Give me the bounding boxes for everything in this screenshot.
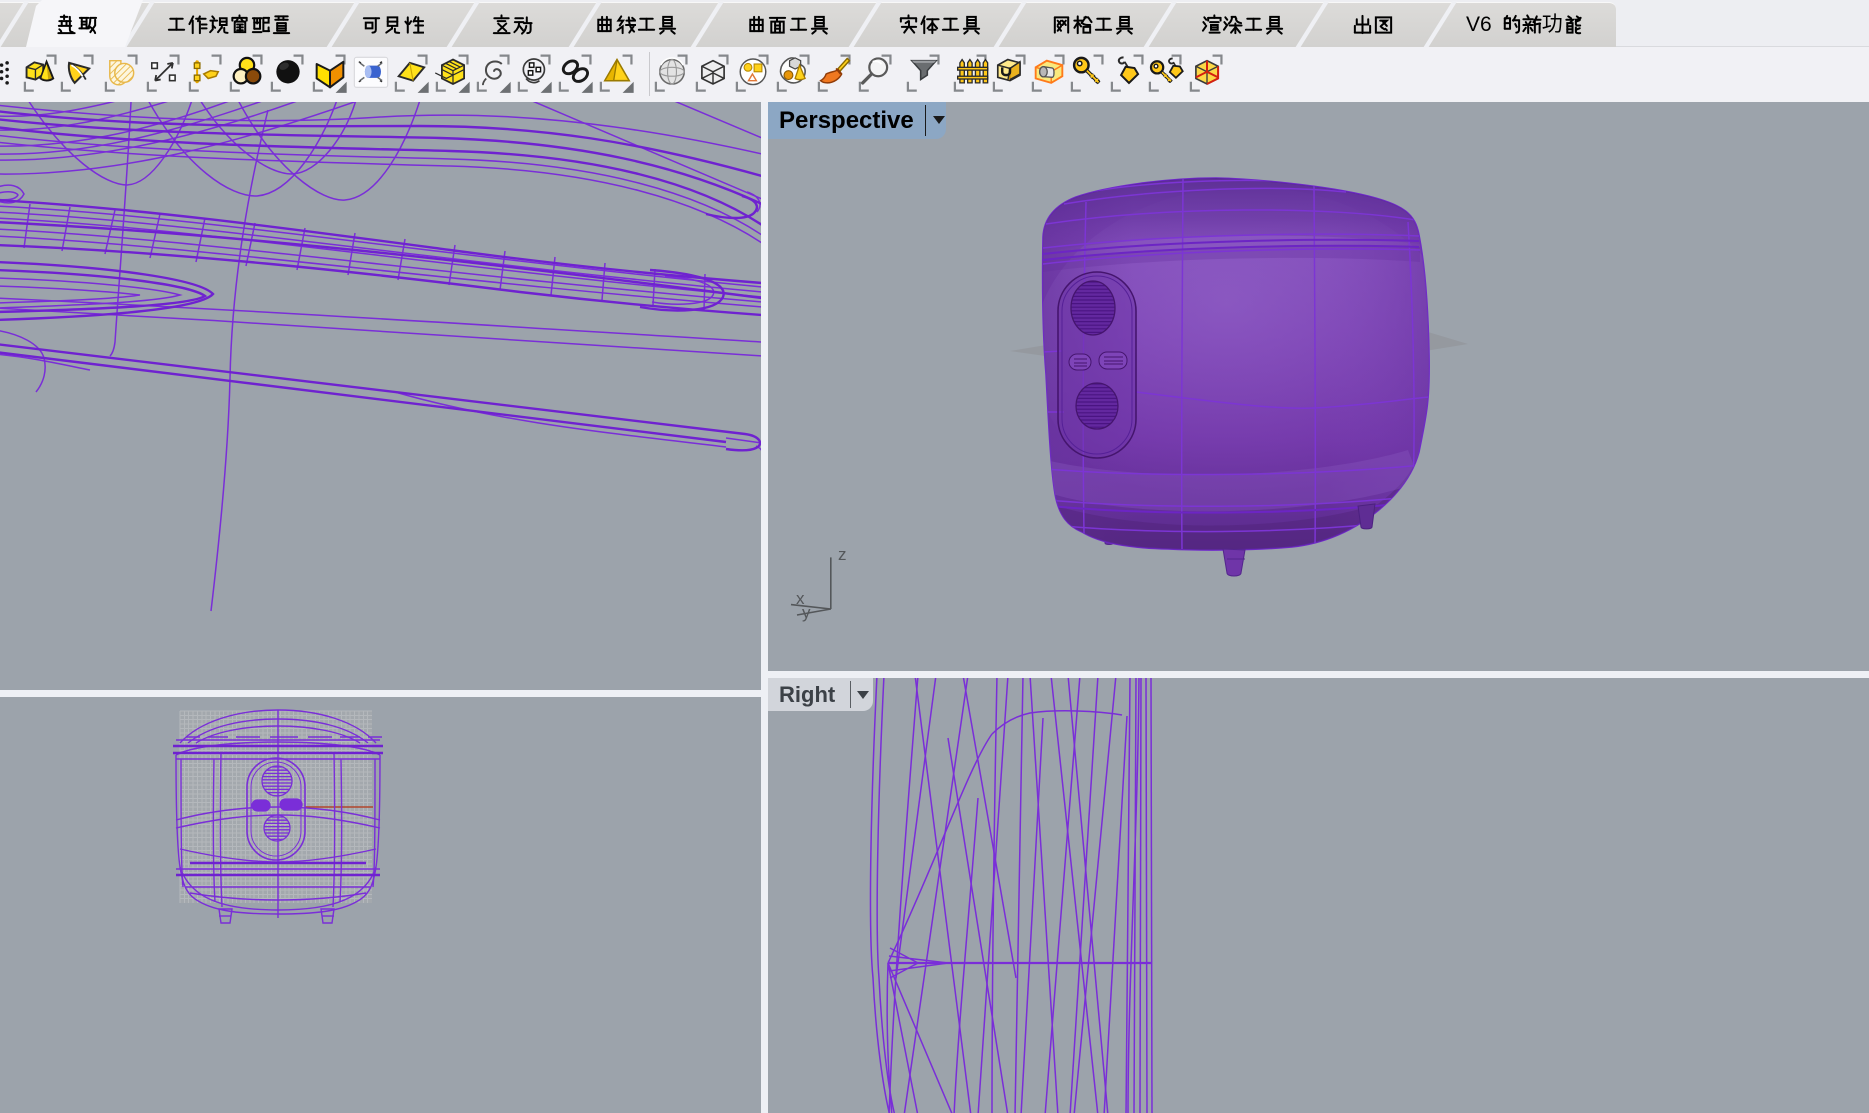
svg-text:y: y [802, 603, 811, 622]
svg-text:z: z [838, 545, 847, 564]
